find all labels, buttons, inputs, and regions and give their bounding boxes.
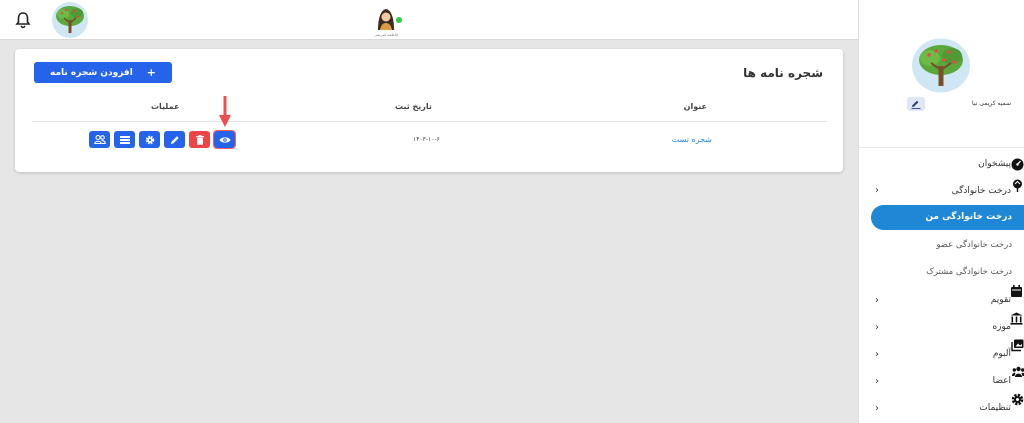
members-button[interactable] <box>89 131 110 148</box>
sidebar: سمیه کریمی نیا پیشخوان درخت خانوادگی ‹ د… <box>858 0 1024 423</box>
annotation-arrow-icon <box>219 96 231 127</box>
sidebar-item-my-family-tree[interactable]: درخت خانوادگی من <box>859 204 1024 231</box>
list-icon <box>119 135 130 144</box>
family-tree-logo[interactable] <box>50 1 90 39</box>
sidebar-nav: پیشخوان درخت خانوادگی ‹ درخت خانوادگی من… <box>859 150 1024 420</box>
sidebar-item-label: درخت خانوادگی من <box>925 212 1012 222</box>
chevron-left-icon: ‹ <box>875 322 879 333</box>
sidebar-item-label: تنظیمات <box>979 403 1011 413</box>
list-button[interactable] <box>114 131 135 148</box>
tree-created-date: ۱۴۰۳-۱۰-۶ <box>413 136 440 143</box>
chevron-left-icon: ‹ <box>875 403 879 414</box>
chevron-left-icon: ‹ <box>875 376 879 387</box>
people-icon <box>1012 366 1024 377</box>
column-header-operations: عملیات <box>151 102 180 111</box>
sidebar-item-members[interactable]: اعضا ‹ <box>859 366 1024 393</box>
members-icon <box>93 135 106 144</box>
settings-icon <box>145 135 154 144</box>
chevron-left-icon: ‹ <box>875 185 879 196</box>
sidebar-item-label: درخت خانوادگی عضو <box>936 240 1012 250</box>
profile-avatar[interactable] <box>911 38 971 93</box>
view-icon <box>219 136 230 143</box>
view-button[interactable] <box>213 130 236 149</box>
sidebar-item-label: اعضا <box>992 376 1011 386</box>
sidebar-item-dashboard[interactable]: پیشخوان <box>859 150 1024 177</box>
sidebar-item-label: درخت خانوادگی <box>951 186 1011 196</box>
edit-icon <box>170 135 179 144</box>
plus-icon: + <box>146 66 156 79</box>
dashboard-icon <box>1011 158 1024 171</box>
sidebar-item-label: درخت خانوادگی مشترک <box>926 267 1012 277</box>
edit-button[interactable] <box>164 131 185 148</box>
sidebar-item-museum[interactable]: موزه ‹ <box>859 312 1024 339</box>
current-user[interactable]: فاطمه شریفی <box>366 6 406 38</box>
edit-profile-button[interactable] <box>907 97 925 111</box>
online-status-dot <box>396 17 402 23</box>
chevron-left-icon: ‹ <box>875 349 879 360</box>
tree-name-link[interactable]: شجره تست <box>672 135 712 144</box>
chevron-left-icon: ‹ <box>875 295 879 306</box>
page-title: شجره نامه ها <box>743 66 823 80</box>
sidebar-item-label: تقویم <box>990 295 1011 305</box>
sidebar-item-label: موزه <box>992 322 1011 332</box>
add-family-tree-button[interactable]: افزودن شجره نامه + <box>34 62 172 83</box>
edit-icon <box>911 100 921 109</box>
album-icon <box>1011 339 1024 352</box>
sidebar-item-shared-family-tree[interactable]: درخت خانوادگی مشترک <box>859 258 1024 285</box>
user-name: فاطمه شریفی <box>373 32 399 37</box>
add-button-label: افزودن شجره نامه <box>50 67 133 78</box>
sidebar-item-family-tree[interactable]: درخت خانوادگی ‹ <box>859 177 1024 204</box>
header-divider <box>32 121 827 122</box>
gear-icon <box>1011 393 1024 406</box>
family-trees-card: شجره نامه ها افزودن شجره نامه + عنوان تا… <box>15 49 843 172</box>
sidebar-item-settings[interactable]: تنظیمات ‹ <box>859 393 1024 420</box>
sidebar-item-album[interactable]: آلبوم ‹ <box>859 339 1024 366</box>
sidebar-item-calendar[interactable]: تقویم ‹ <box>859 285 1024 312</box>
user-avatar <box>378 9 394 30</box>
settings-button[interactable] <box>139 131 160 148</box>
delete-icon <box>195 134 204 145</box>
bell-icon[interactable] <box>15 11 31 29</box>
column-header-title: عنوان <box>683 102 707 111</box>
delete-button[interactable] <box>189 131 210 148</box>
tree-icon <box>1013 179 1022 192</box>
sidebar-item-member-family-tree[interactable]: درخت خانوادگی عضو <box>859 231 1024 258</box>
row-actions <box>89 130 236 149</box>
museum-icon <box>1010 312 1023 325</box>
calendar-icon <box>1011 285 1022 297</box>
column-header-date: تاریخ ثبت <box>395 102 432 111</box>
sidebar-item-label: آلبوم <box>992 349 1011 359</box>
profile-box: سمیه کریمی نیا <box>859 0 1024 148</box>
sidebar-item-label: پیشخوان <box>978 159 1011 169</box>
top-bar: فاطمه شریفی <box>0 0 858 40</box>
profile-name: سمیه کریمی نیا <box>972 100 1011 107</box>
